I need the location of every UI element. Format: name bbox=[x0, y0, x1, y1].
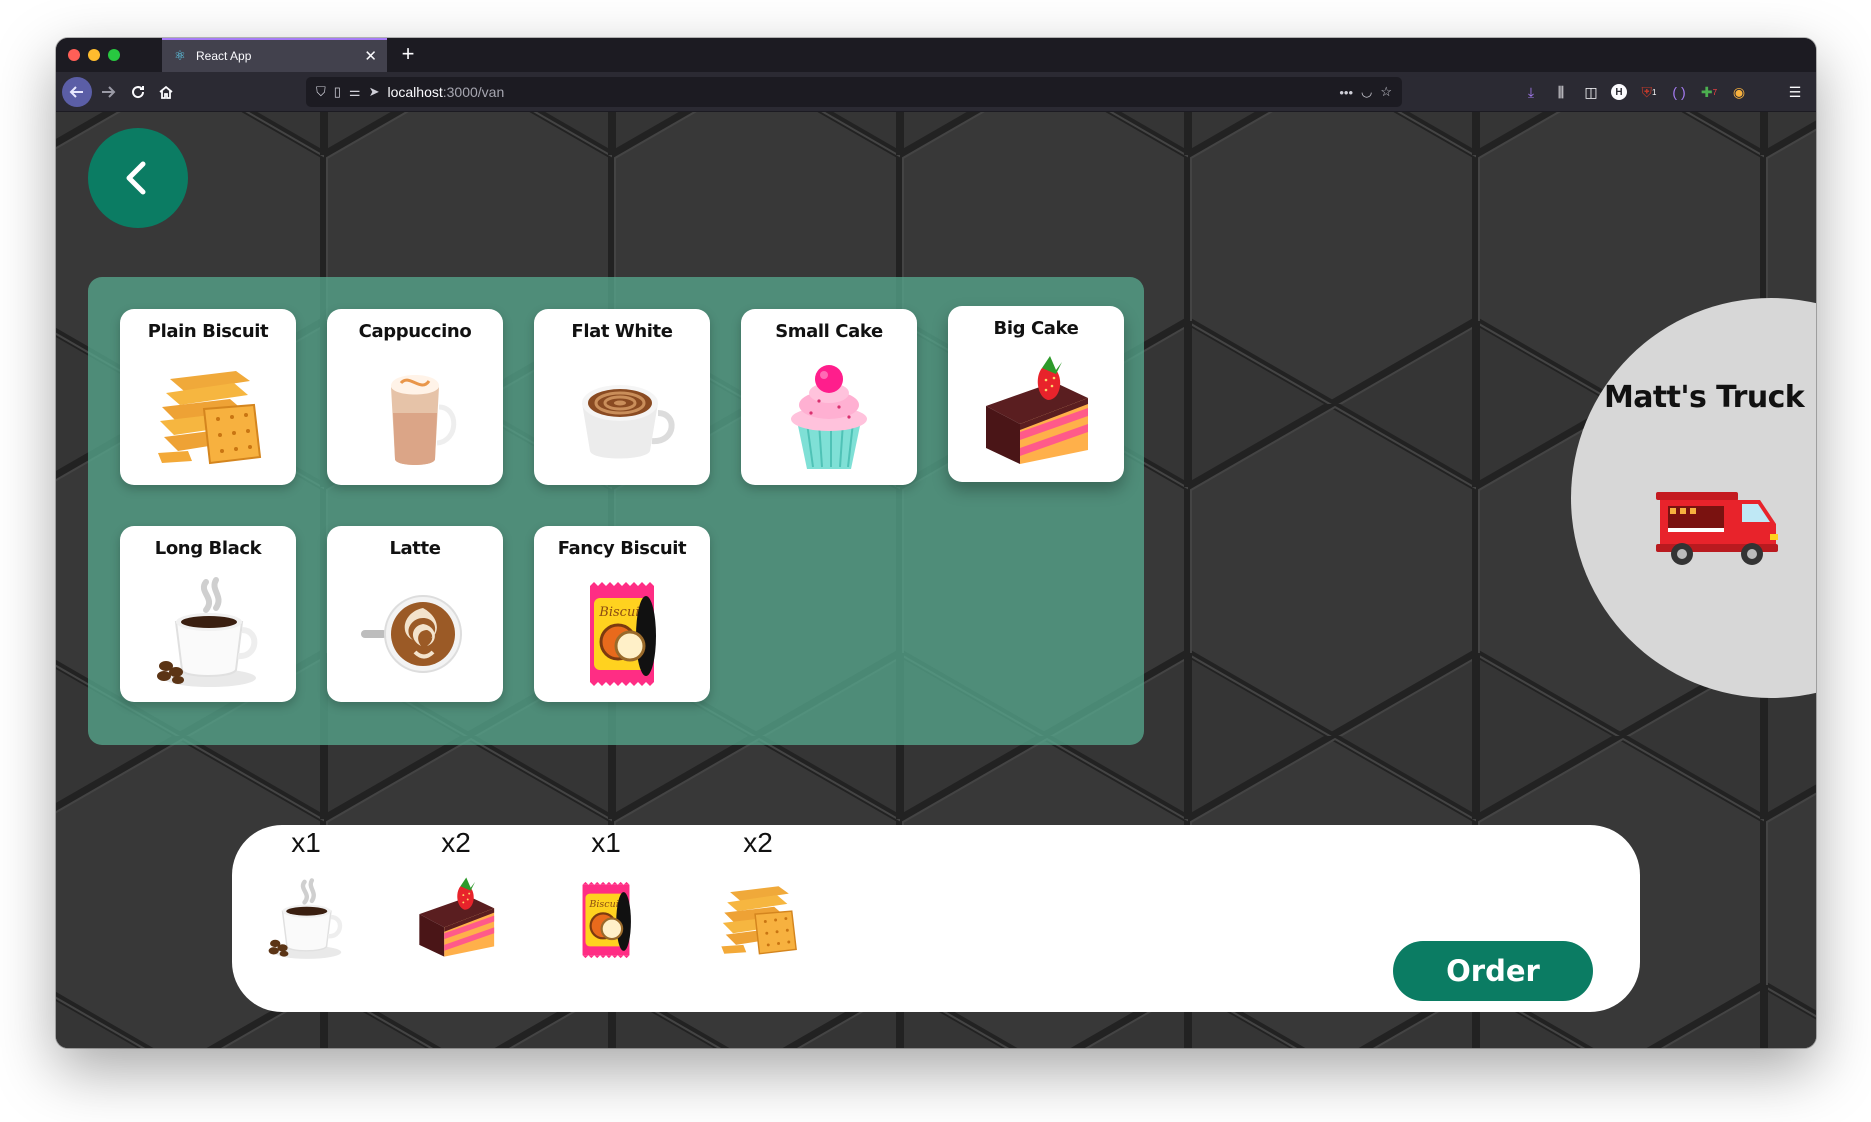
cart-item-quantity: x1 bbox=[591, 827, 621, 858]
menu-item-label: Big Cake bbox=[993, 318, 1079, 339]
page-icon: ▯ bbox=[333, 84, 341, 99]
close-tab-icon[interactable]: ✕ bbox=[364, 47, 377, 65]
url-bar[interactable]: ⛉ ▯ ⚌ ➤ localhost:3000/van ••• ◡ ☆ bbox=[306, 77, 1402, 107]
long-black-icon bbox=[148, 574, 268, 694]
new-tab-button[interactable]: + bbox=[394, 41, 422, 67]
menu-item-small-cake[interactable]: Small Cake bbox=[741, 309, 917, 485]
bookmark-star-icon[interactable]: ☆ bbox=[1380, 84, 1392, 100]
minimize-window-button[interactable] bbox=[88, 49, 100, 61]
menu-item-latte[interactable]: Latte bbox=[327, 526, 503, 702]
maximize-window-button[interactable] bbox=[108, 49, 120, 61]
cappuccino-icon bbox=[355, 357, 475, 477]
cart-item[interactable]: x1 bbox=[246, 825, 366, 1012]
menu-item-label: Long Black bbox=[154, 538, 262, 559]
library-icon[interactable]: ⫼ bbox=[1550, 81, 1572, 103]
tab-strip: ⚛ React App ✕ + bbox=[56, 38, 1816, 72]
menu-item-big-cake[interactable]: Big Cake bbox=[948, 306, 1124, 482]
menu-item-label: Plain Biscuit bbox=[147, 321, 269, 342]
nav-toolbar: ⛉ ▯ ⚌ ➤ localhost:3000/van ••• ◡ ☆ ⤓ ⫼ ◫… bbox=[56, 72, 1816, 112]
big-cake-icon bbox=[412, 875, 500, 965]
menu-item-label: Small Cake bbox=[775, 321, 883, 342]
ublock-icon[interactable]: ⛨ 1 bbox=[1638, 81, 1660, 103]
browser-window: ⚛ React App ✕ + ⛉ ▯ ⚌ ➤ localhost:3000/v… bbox=[56, 38, 1816, 1048]
home-icon bbox=[159, 85, 173, 99]
extension-brackets-icon[interactable]: ( ) bbox=[1668, 81, 1690, 103]
browser-forward-button[interactable] bbox=[96, 80, 120, 104]
menu-item-label: Flat White bbox=[571, 321, 673, 342]
menu-item-label: Latte bbox=[389, 538, 441, 559]
back-button[interactable] bbox=[88, 128, 188, 228]
fancy-biscuit-icon bbox=[562, 875, 650, 965]
pocket-icon[interactable]: ◡ bbox=[1361, 84, 1372, 100]
extension-color-icon[interactable]: ◉ bbox=[1728, 81, 1750, 103]
cart-item[interactable]: x2 bbox=[396, 825, 516, 1012]
url-path: :3000/van bbox=[442, 84, 505, 100]
fancy-biscuit-icon bbox=[562, 574, 682, 694]
home-button[interactable] bbox=[154, 80, 178, 104]
plain-biscuit-icon bbox=[714, 875, 802, 965]
extension-h-icon[interactable]: H bbox=[1608, 81, 1630, 103]
more-actions-icon[interactable]: ••• bbox=[1339, 85, 1353, 100]
menu-item-fancy-biscuit[interactable]: Fancy Biscuit bbox=[534, 526, 710, 702]
tab-react-app[interactable]: ⚛ React App ✕ bbox=[162, 38, 387, 72]
flat-white-icon bbox=[562, 357, 682, 477]
sidebar-icon[interactable]: ◫ bbox=[1580, 81, 1602, 103]
extension-puzzle-icon[interactable]: ✚ 7 bbox=[1698, 81, 1720, 103]
page-viewport: Plain Biscuit Cappuccino Flat White Smal… bbox=[56, 112, 1816, 1048]
permissions-icon[interactable]: ⚌ bbox=[349, 84, 361, 100]
menu-item-flat-white[interactable]: Flat White bbox=[534, 309, 710, 485]
browser-back-button[interactable] bbox=[62, 77, 92, 107]
plain-biscuit-icon bbox=[148, 357, 268, 477]
reload-icon bbox=[132, 86, 145, 99]
van-name: Matt's Truck bbox=[1604, 380, 1805, 415]
react-favicon-icon: ⚛ bbox=[174, 48, 186, 63]
close-window-button[interactable] bbox=[68, 49, 80, 61]
cart-item[interactable]: x1 bbox=[546, 825, 666, 1012]
url-host: localhost bbox=[387, 84, 443, 100]
cart-item-quantity: x2 bbox=[743, 827, 773, 858]
url-text[interactable]: localhost:3000/van bbox=[387, 84, 504, 100]
food-truck-icon bbox=[1656, 492, 1778, 565]
back-arrow-icon bbox=[69, 86, 83, 98]
hamburger-menu-icon[interactable]: ☰ bbox=[1784, 81, 1806, 103]
menu-item-cappuccino[interactable]: Cappuccino bbox=[327, 309, 503, 485]
big-cake-icon bbox=[976, 354, 1096, 474]
downloads-icon[interactable]: ⤓ bbox=[1520, 81, 1542, 103]
chevron-left-icon bbox=[126, 161, 146, 195]
reload-button[interactable] bbox=[126, 80, 150, 104]
forward-arrow-icon bbox=[102, 86, 116, 98]
menu-item-plain-biscuit[interactable]: Plain Biscuit bbox=[120, 309, 296, 485]
cart-item[interactable]: x2 bbox=[698, 825, 818, 1012]
cart-item-quantity: x2 bbox=[441, 827, 471, 858]
order-button[interactable]: Order bbox=[1393, 941, 1593, 1001]
menu-item-long-black[interactable]: Long Black bbox=[120, 526, 296, 702]
extension-badge: 1 bbox=[1652, 87, 1657, 97]
menu-item-label: Cappuccino bbox=[358, 321, 472, 342]
menu-panel: Plain Biscuit Cappuccino Flat White Smal… bbox=[88, 277, 1144, 745]
order-cart: x1 x2 x1 x2 Order bbox=[232, 825, 1640, 1012]
extension-badge: 7 bbox=[1712, 87, 1718, 97]
location-arrow-icon: ➤ bbox=[368, 84, 380, 99]
long-black-icon bbox=[262, 875, 350, 965]
tab-title: React App bbox=[196, 49, 252, 63]
small-cake-icon bbox=[769, 357, 889, 477]
shield-icon[interactable]: ⛉ bbox=[316, 84, 326, 100]
latte-icon bbox=[355, 574, 475, 694]
menu-item-label: Fancy Biscuit bbox=[557, 538, 687, 559]
cart-item-quantity: x1 bbox=[291, 827, 321, 858]
